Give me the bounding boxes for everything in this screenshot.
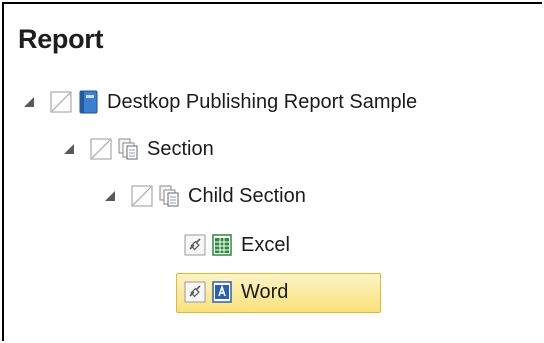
tree-item-label: Word [241, 280, 289, 303]
checkbox-icon[interactable] [50, 91, 72, 113]
tree-item-label: Destkop Publishing Report Sample [107, 90, 418, 113]
checkbox-icon[interactable] [90, 138, 112, 160]
tree-item-word[interactable]: Word [176, 272, 381, 313]
report-book-icon [77, 90, 99, 114]
tree-item-label: Excel [241, 233, 290, 256]
section-pages-icon [117, 137, 139, 161]
tree-item-excel[interactable]: Excel [184, 225, 290, 265]
word-icon [211, 280, 233, 304]
checkbox-icon[interactable] [131, 185, 153, 207]
report-panel: Report Destkop Publishing Report Sample [2, 2, 542, 341]
excel-icon [211, 233, 233, 257]
expand-toggle-icon[interactable] [103, 189, 117, 203]
expand-toggle-icon[interactable] [22, 95, 36, 109]
report-tree: Destkop Publishing Report Sample Section… [4, 4, 542, 341]
tree-item-label: Section [147, 137, 214, 160]
linked-component-icon [184, 234, 206, 256]
tree-item-report-sample[interactable]: Destkop Publishing Report Sample [22, 82, 417, 122]
tree-item-label: Child Section [188, 184, 306, 207]
tree-item-section[interactable]: Section [62, 129, 214, 169]
linked-component-icon [184, 281, 206, 303]
section-pages-icon [158, 184, 180, 208]
tree-item-child-section[interactable]: Child Section [103, 176, 306, 216]
expand-toggle-icon[interactable] [62, 142, 76, 156]
